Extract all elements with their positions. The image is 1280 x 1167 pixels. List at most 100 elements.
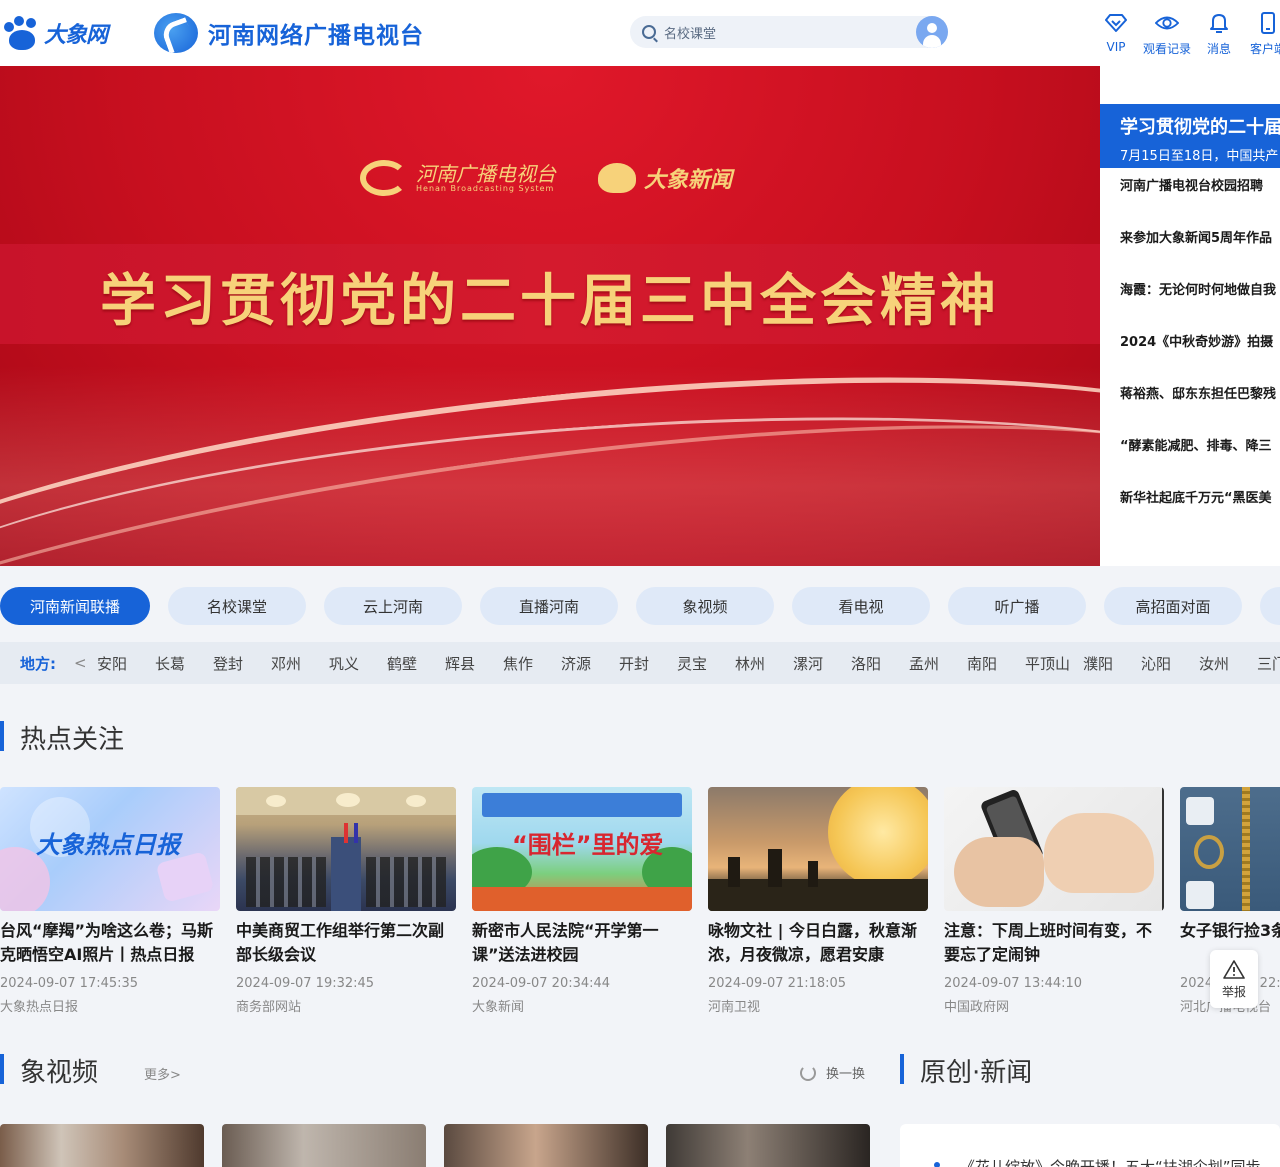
- region-city[interactable]: 濮阳: [1083, 653, 1113, 674]
- hot-card-time: 2024-09-07 20:34:44: [472, 976, 611, 991]
- hot-card-title[interactable]: 咏物文社 | 今日白露，秋意渐浓，月夜微凉，愿君安康: [708, 919, 928, 967]
- category-tab-schools[interactable]: 名校课堂: [168, 587, 306, 625]
- category-tab-radio[interactable]: 听广播: [948, 587, 1086, 625]
- daxiang-logo[interactable]: 大象网: [2, 14, 108, 52]
- region-city[interactable]: 灵宝: [677, 653, 707, 674]
- news-item[interactable]: “酵素能减肥、排毒、降三: [1120, 435, 1272, 454]
- category-tab-overflow[interactable]: [1260, 587, 1280, 625]
- region-city[interactable]: 辉县: [445, 653, 475, 674]
- hot-card-thumbnail[interactable]: [1180, 787, 1280, 911]
- region-city[interactable]: 孟州: [909, 653, 939, 674]
- bell-icon: [1207, 12, 1231, 34]
- search-input[interactable]: 名校课堂: [664, 23, 716, 42]
- video-thumbnail[interactable]: [0, 1124, 204, 1167]
- watch-history-button[interactable]: 观看记录: [1143, 12, 1191, 57]
- video-refresh-button[interactable]: 换一换: [800, 1063, 865, 1082]
- hot-card-source: 河南卫视: [708, 1000, 761, 1015]
- region-city[interactable]: 开封: [619, 653, 649, 674]
- category-tab-cloud-henan[interactable]: 云上河南: [324, 587, 462, 625]
- hot-card-thumbnail[interactable]: [944, 787, 1164, 911]
- region-city[interactable]: 安阳: [97, 653, 127, 674]
- region-city[interactable]: 林州: [735, 653, 765, 674]
- region-bar: 地方: < 安阳 长葛 登封 邓州 巩义 鹤壁 辉县 焦作 济源 开封 灵宝 林…: [0, 642, 1280, 684]
- hero-banner[interactable]: 河南广播电视台 Henan Broadcasting System 大象新闻 学…: [0, 66, 1100, 566]
- video-thumbnail[interactable]: [222, 1124, 426, 1167]
- hot-card-title[interactable]: 中美商贸工作组举行第二次副部长级会议: [236, 919, 456, 967]
- region-city[interactable]: 巩义: [329, 653, 359, 674]
- region-city[interactable]: 三门: [1257, 653, 1280, 674]
- banner-logo1-en: Henan Broadcasting System: [416, 183, 555, 193]
- hot-card-title[interactable]: 台风“摩羯”为啥这么卷；马斯克晒悟空AI照片丨热点日报: [0, 919, 220, 967]
- banner-logo2-text: 大象新闻: [644, 168, 733, 193]
- banner-daxiang-news-logo: 大象新闻: [598, 162, 732, 194]
- region-city[interactable]: 济源: [561, 653, 591, 674]
- user-avatar[interactable]: [916, 16, 948, 48]
- category-tab-live-henan[interactable]: 直播河南: [480, 587, 618, 625]
- messages-button[interactable]: 消息: [1207, 12, 1231, 57]
- henan-tv-emblem-icon: [154, 13, 198, 53]
- hot-card[interactable]: 咏物文社 | 今日白露，秋意渐浓，月夜微凉，愿君安康 2024-09-07 21…: [708, 787, 928, 1015]
- featured-news-summary: 7月15日至18日，中国共产: [1120, 149, 1279, 164]
- search-icon[interactable]: [642, 25, 656, 39]
- region-city[interactable]: 洛阳: [851, 653, 881, 674]
- region-city[interactable]: 漯河: [793, 653, 823, 674]
- news-item[interactable]: 河南广播电视台校园招聘: [1120, 175, 1263, 194]
- original-news-item[interactable]: 《花儿绽放》今晚开播！五大“扶湖企划”同步: [960, 1156, 1261, 1167]
- banner-logo1-cn: 河南广播电视台: [416, 161, 556, 186]
- warning-icon: [1223, 959, 1245, 979]
- region-city[interactable]: 长葛: [155, 653, 185, 674]
- client-app-button[interactable]: 客户端: [1250, 12, 1280, 57]
- hot-card-thumbnail[interactable]: “围栏”里的爱: [472, 787, 692, 911]
- category-tab-tv[interactable]: 看电视: [792, 587, 930, 625]
- refresh-icon: [800, 1064, 816, 1081]
- region-city[interactable]: 登封: [213, 653, 243, 674]
- hot-card-time: 2024-09-07 21:18:05: [708, 976, 847, 991]
- vip-label: VIP: [1106, 40, 1126, 54]
- hot-card-title[interactable]: 新密市人民法院“开学第一课”送法进校园: [472, 919, 692, 967]
- region-city[interactable]: 沁阳: [1141, 653, 1171, 674]
- featured-news-title: 学习贯彻党的二十届: [1120, 117, 1280, 138]
- henan-tv-logo[interactable]: 河南网络广播电视台: [154, 12, 424, 54]
- region-city[interactable]: 鹤壁: [387, 653, 417, 674]
- search-box[interactable]: 名校课堂: [630, 16, 948, 48]
- video-thumbnail[interactable]: [666, 1124, 870, 1167]
- region-prev-arrow-icon[interactable]: <: [74, 654, 87, 672]
- category-tab-admissions[interactable]: 高招面对面: [1104, 587, 1242, 625]
- vip-button[interactable]: VIP: [1104, 12, 1128, 54]
- report-button[interactable]: 举报: [1210, 950, 1258, 1008]
- top-header: 大象网 河南网络广播电视台 名校课堂 VIP 观看记录 消息 客户: [0, 0, 1280, 66]
- hot-card[interactable]: 注意：下周上班时间有变，不要忘了定闹钟 2024-09-07 13:44:10 …: [944, 787, 1164, 1015]
- hot-card-source: 商务部网站: [236, 1000, 302, 1015]
- region-city[interactable]: 邓州: [271, 653, 301, 674]
- hot-card-thumbnail[interactable]: 大象热点日报: [0, 787, 220, 911]
- video-thumbnail[interactable]: [444, 1124, 648, 1167]
- hot-card-thumb-text: 大象热点日报: [36, 831, 180, 859]
- news-item[interactable]: 来参加大象新闻5周年作品: [1120, 227, 1272, 246]
- news-item[interactable]: 新华社起底千万元“黑医美: [1120, 487, 1272, 506]
- original-news-panel: 《花儿绽放》今晚开播！五大“扶湖企划”同步: [900, 1124, 1280, 1167]
- news-item[interactable]: 2024《中秋奇妙游》拍摄: [1120, 331, 1273, 350]
- category-tab-henan-news[interactable]: 河南新闻联播: [0, 587, 150, 625]
- news-item[interactable]: 海霞：无论何时何地做自我: [1120, 279, 1276, 298]
- hot-card-title[interactable]: 注意：下周上班时间有变，不要忘了定闹钟: [944, 919, 1164, 967]
- news-item[interactable]: 蒋裕燕、邸东东担任巴黎残: [1120, 383, 1276, 402]
- hot-card-thumbnail[interactable]: [708, 787, 928, 911]
- banner-title: 学习贯彻党的二十届三中全会精神: [100, 268, 1000, 334]
- hot-card-thumbnail[interactable]: [236, 787, 456, 911]
- hot-card-thumb-text: “围栏”里的爱: [512, 831, 664, 859]
- hot-card-source: 中国政府网: [944, 1000, 1010, 1015]
- hot-card[interactable]: 大象热点日报 台风“摩羯”为啥这么卷；马斯克晒悟空AI照片丨热点日报 2024-…: [0, 787, 220, 1015]
- hot-card[interactable]: 中美商贸工作组举行第二次副部长级会议 2024-09-07 19:32:45 商…: [236, 787, 456, 1015]
- region-city[interactable]: 汝州: [1199, 653, 1229, 674]
- henan-tv-emblem-icon: [360, 160, 408, 196]
- hot-card-source: 大象热点日报: [0, 1000, 79, 1015]
- headline-news-panel: 学习贯彻党的二十届 7月15日至18日，中国共产 河南广播电视台校园招聘 来参加…: [1100, 66, 1280, 566]
- messages-label: 消息: [1207, 42, 1232, 56]
- region-city[interactable]: 南阳: [967, 653, 997, 674]
- featured-news-item[interactable]: 学习贯彻党的二十届 7月15日至18日，中国共产: [1100, 104, 1280, 168]
- hot-card[interactable]: “围栏”里的爱 新密市人民法院“开学第一课”送法进校园 2024-09-07 2…: [472, 787, 692, 1015]
- video-more-link[interactable]: 更多>: [144, 1064, 181, 1083]
- region-city[interactable]: 焦作: [503, 653, 533, 674]
- region-city[interactable]: 平顶山: [1025, 653, 1070, 674]
- category-tab-video[interactable]: 象视频: [636, 587, 774, 625]
